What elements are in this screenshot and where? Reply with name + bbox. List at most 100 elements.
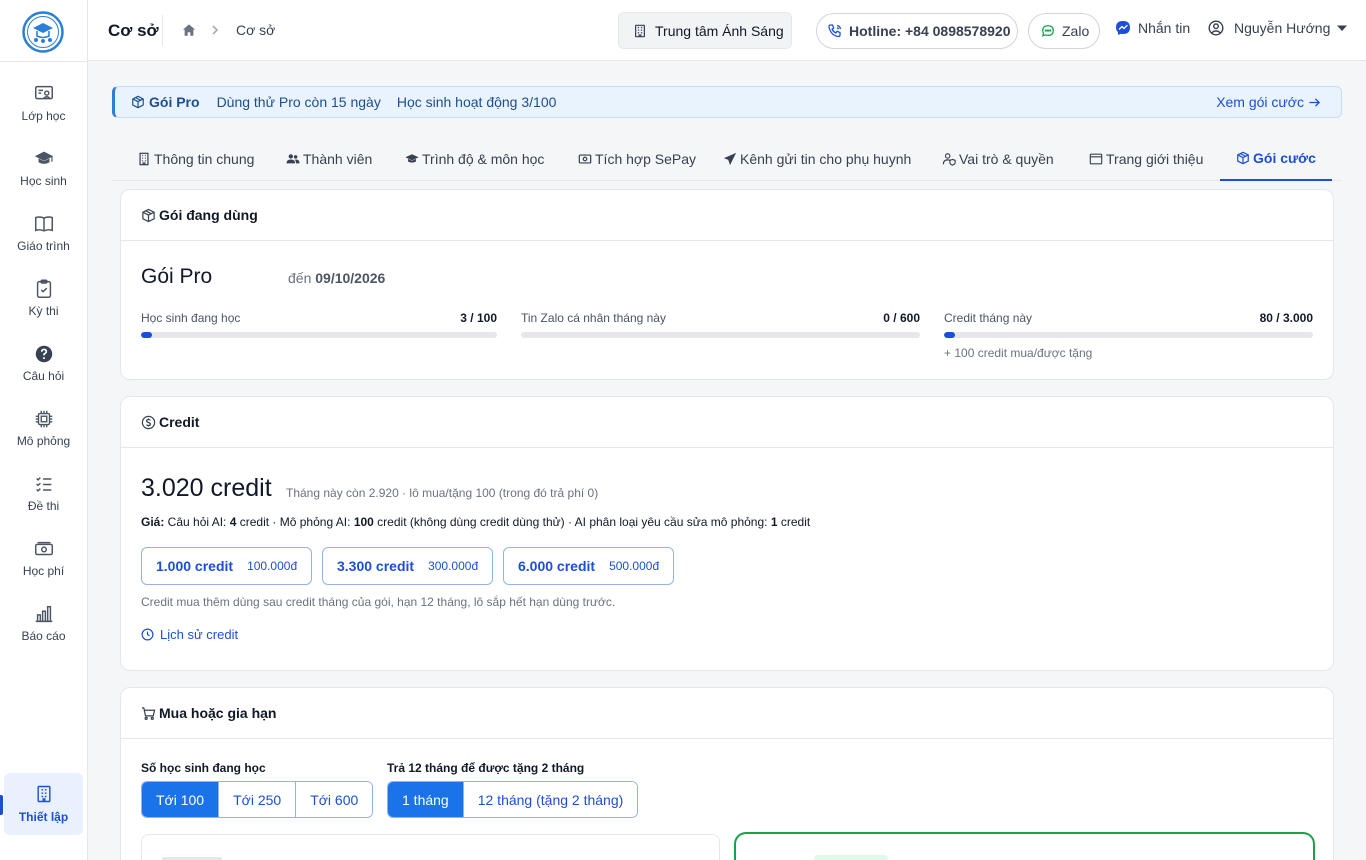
tab-roles-permissions[interactable]: Vai trò & quyền [942, 136, 1054, 181]
usage-progress-fill [141, 332, 152, 338]
current-plan-card: Gói đang dùng Gói Pro đến 09/10/2026 Học… [120, 189, 1334, 380]
building-icon [633, 24, 647, 38]
pack-price: 100.000đ [247, 559, 298, 573]
graduation-cap-icon [405, 152, 419, 166]
tab-parent-channel[interactable]: Kênh gửi tin cho phụ huynh [723, 136, 911, 181]
option-students-100[interactable]: Tới 100 [142, 782, 220, 817]
hotline-button[interactable]: Hotline: +84 0898578920 [816, 13, 1018, 49]
sidebar-item-settings[interactable]: Thiết lập [4, 773, 83, 835]
center-selector-button[interactable]: Trung tâm Ánh Sáng [618, 12, 792, 49]
sidebar-item-label: Thiết lập [18, 810, 69, 824]
chip-icon [33, 408, 55, 430]
sidebar-item-curriculum[interactable]: Giáo trình [0, 213, 87, 273]
page-title: Cơ sở [108, 21, 159, 40]
credit-pricing: Giá: Câu hỏi AI: 4 credit · Mô phỏng AI:… [141, 515, 810, 529]
sidebar-item-exams[interactable]: Kỳ thi [0, 278, 87, 338]
tab-label: Gói cước [1253, 149, 1316, 166]
sidebar-item-simulation[interactable]: Mô phỏng [0, 408, 87, 468]
message-label: Nhắn tin [1138, 20, 1191, 36]
plan-expiry: đến 09/10/2026 [288, 270, 385, 286]
view-plans-link[interactable]: Xem gói cước [1216, 94, 1325, 110]
tab-general-info[interactable]: Thông tin chung [137, 136, 254, 181]
sidebar-item-label: Báo cáo [21, 629, 66, 643]
view-plans-label: Xem gói cước [1216, 94, 1304, 110]
option-students-250[interactable]: Tới 250 [219, 782, 297, 817]
card-title: Gói đang dùng [159, 207, 258, 223]
credit-total: 3.020 credit [141, 474, 272, 502]
graduation-cap-icon [33, 148, 55, 170]
plan-option-card[interactable] [141, 834, 720, 860]
sidebar-item-questions[interactable]: Câu hỏi [0, 343, 87, 403]
messenger-icon [1115, 20, 1131, 36]
option-students-600[interactable]: Tới 600 [296, 782, 373, 817]
building-icon [34, 784, 54, 804]
logo-icon[interactable] [22, 11, 64, 53]
money-icon [578, 152, 592, 166]
zalo-button[interactable]: Zalo [1028, 13, 1100, 49]
checklist-icon [33, 473, 55, 495]
usage-value: 0 / 600 [883, 311, 920, 325]
user-menu[interactable]: Nguyễn Hướng [1208, 20, 1348, 36]
tab-label: Tích hợp SePay [595, 150, 697, 167]
tab-label: Kênh gửi tin cho phụ huynh [740, 150, 912, 167]
credit-pack-6000[interactable]: 6.000 credit 500.000đ [503, 547, 675, 585]
top-bar: Cơ sở Cơ sở Trung tâm Ánh Sáng Hotline: … [88, 0, 1366, 61]
credit-note: Credit mua thêm dùng sau credit tháng củ… [141, 595, 616, 609]
pack-price: 500.000đ [609, 559, 660, 573]
zalo-label: Zalo [1062, 23, 1090, 39]
bar-chart-icon [33, 603, 55, 625]
card-header: Gói đang dùng [121, 190, 1333, 241]
pricing-part: Câu hỏi AI: [164, 515, 230, 529]
package-icon [1236, 151, 1250, 165]
credit-pack-3300[interactable]: 3.300 credit 300.000đ [322, 547, 494, 585]
user-circle-icon [1208, 20, 1224, 36]
classroom-icon [33, 83, 55, 105]
usage-label: Học sinh đang học [141, 311, 241, 325]
sidebar-divider [0, 61, 87, 62]
sidebar-item-classes[interactable]: Lớp học [0, 83, 87, 143]
clock-icon [141, 628, 154, 641]
header-divider [162, 15, 163, 46]
pricing-part: credit (không dùng credit dùng thử) · AI… [373, 515, 771, 529]
pack-credits: 6.000 credit [518, 558, 596, 574]
sidebar-item-label: Câu hỏi [22, 369, 65, 383]
tab-subscription[interactable]: Gói cước [1220, 136, 1332, 181]
phone-icon [827, 23, 843, 39]
usage-value: 3 / 100 [460, 311, 497, 325]
usage-note: + 100 credit mua/được tặng [944, 346, 1093, 360]
pricing-part: 100 [353, 515, 374, 529]
recommended-badge [814, 855, 888, 860]
sidebar-item-tuition[interactable]: Học phí [0, 538, 87, 598]
sidebar-item-label: Lớp học [21, 109, 66, 123]
banner-plan: Gói Pro [149, 94, 200, 110]
card-title: Credit [159, 414, 200, 430]
usage-progress-bar [521, 332, 920, 338]
home-icon[interactable] [182, 23, 196, 37]
send-icon [723, 152, 737, 166]
credit-pack-1000[interactable]: 1.000 credit 100.000đ [141, 547, 313, 585]
sidebar-item-label: Đề thi [27, 499, 60, 513]
usage-progress-bar [141, 332, 497, 338]
credit-history-link[interactable]: Lịch sử credit [141, 627, 238, 642]
sidebar-item-tests[interactable]: Đề thi [0, 473, 87, 533]
sidebar-item-students[interactable]: Học sinh [0, 148, 87, 208]
option-period-12-months[interactable]: 12 tháng (tặng 2 tháng) [463, 782, 638, 817]
sidebar-item-reports[interactable]: Báo cáo [0, 603, 87, 663]
plan-option-card-recommended[interactable] [734, 832, 1315, 860]
user-shield-icon [942, 152, 956, 166]
tab-label: Trình độ & môn học [422, 150, 545, 167]
hotline-text: Hotline: +84 0898578920 [849, 23, 1011, 39]
option-period-1-month[interactable]: 1 tháng [388, 782, 464, 817]
sidebar-item-label: Học phí [22, 564, 65, 578]
breadcrumb[interactable]: Cơ sở [236, 22, 275, 38]
card-header: Mua hoặc gia hạn [121, 688, 1333, 739]
credit-card: Credit 3.020 credit Tháng này còn 2.920 … [120, 396, 1334, 671]
tab-levels-subjects[interactable]: Trình độ & môn học [405, 136, 544, 181]
tab-sepay[interactable]: Tích hợp SePay [578, 136, 696, 181]
clipboard-check-icon [33, 278, 55, 300]
tab-intro-page[interactable]: Trang giới thiệu [1089, 136, 1203, 181]
message-button[interactable]: Nhắn tin [1115, 20, 1190, 36]
tab-members[interactable]: Thành viên [286, 136, 372, 181]
user-name: Nguyễn Hướng [1234, 20, 1331, 36]
purchase-card: Mua hoặc gia hạn Số học sinh đang học Tớ… [120, 687, 1334, 860]
